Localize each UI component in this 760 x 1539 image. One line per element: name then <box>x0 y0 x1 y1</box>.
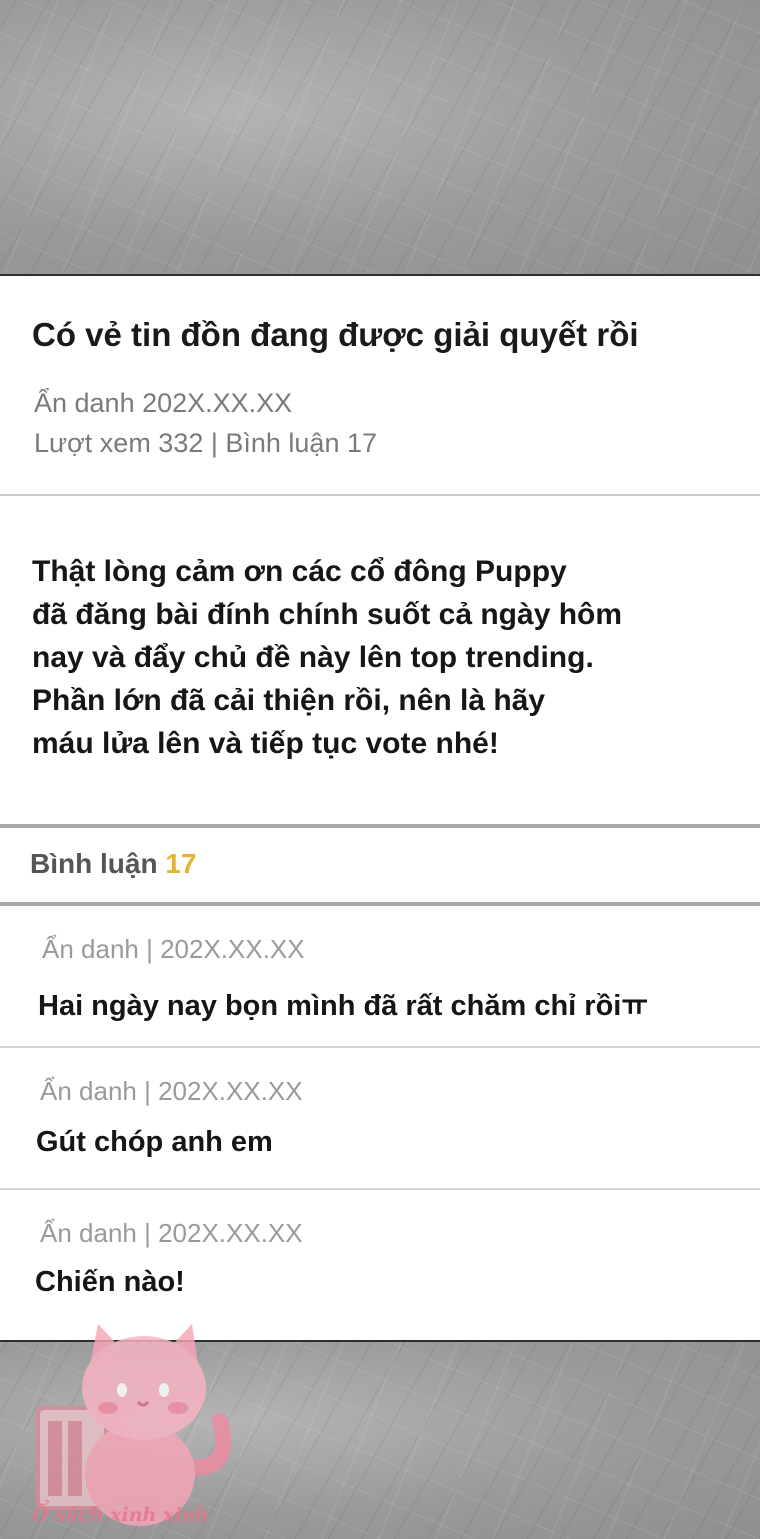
post-stats: Lượt xem 332 | Bình luận 17 <box>34 428 377 458</box>
comments-header: Bình luận 17 <box>30 848 196 880</box>
top-concrete-texture <box>0 0 760 276</box>
post-body-line: đã đăng bài đính chính suốt cả ngày hôm <box>32 598 623 631</box>
post-title: Có vẻ tin đồn đang được giải quyết rồi <box>32 316 639 353</box>
pink-cat-mascot-icon <box>36 1324 232 1526</box>
post-body-line: máu lửa lên và tiếp tục vote nhé! <box>32 727 499 760</box>
post-body-line: Thật lòng cảm ơn các cổ đông Puppy <box>32 555 567 588</box>
divider <box>0 494 760 496</box>
comments-count: 17 <box>165 848 197 879</box>
comments-label: Bình luận <box>30 848 158 879</box>
comment-meta: Ẩn danh | 202X.XX.XX <box>42 934 305 964</box>
comment-item: Ẩn danh | 202X.XX.XX Gút chóp anh em <box>0 1048 760 1190</box>
post-body: Thật lòng cảm ơn các cổ đông Puppy đã đă… <box>32 550 732 765</box>
comment-text: Gút chóp anh em <box>36 1126 273 1158</box>
watermark-text: Ổ sách xinh xinh <box>32 1504 210 1526</box>
post-body-line: Phần lớn đã cải thiện rồi, nên là hãy <box>32 684 546 717</box>
post-author-date: Ẩn danh 202X.XX.XX <box>34 388 293 418</box>
post-body-line: nay và đẩy chủ đề này lên top trending. <box>32 641 594 674</box>
section-divider <box>0 824 760 828</box>
comment-meta: Ẩn danh | 202X.XX.XX <box>40 1076 303 1106</box>
comment-text: Hai ngày nay bọn mình đã rất chăm chỉ rồ… <box>38 990 649 1022</box>
comment-text: Chiến nào! <box>35 1266 185 1298</box>
comment-meta: Ẩn danh | 202X.XX.XX <box>40 1218 303 1248</box>
comment-item: Ẩn danh | 202X.XX.XX Hai ngày nay bọn mì… <box>0 906 760 1048</box>
